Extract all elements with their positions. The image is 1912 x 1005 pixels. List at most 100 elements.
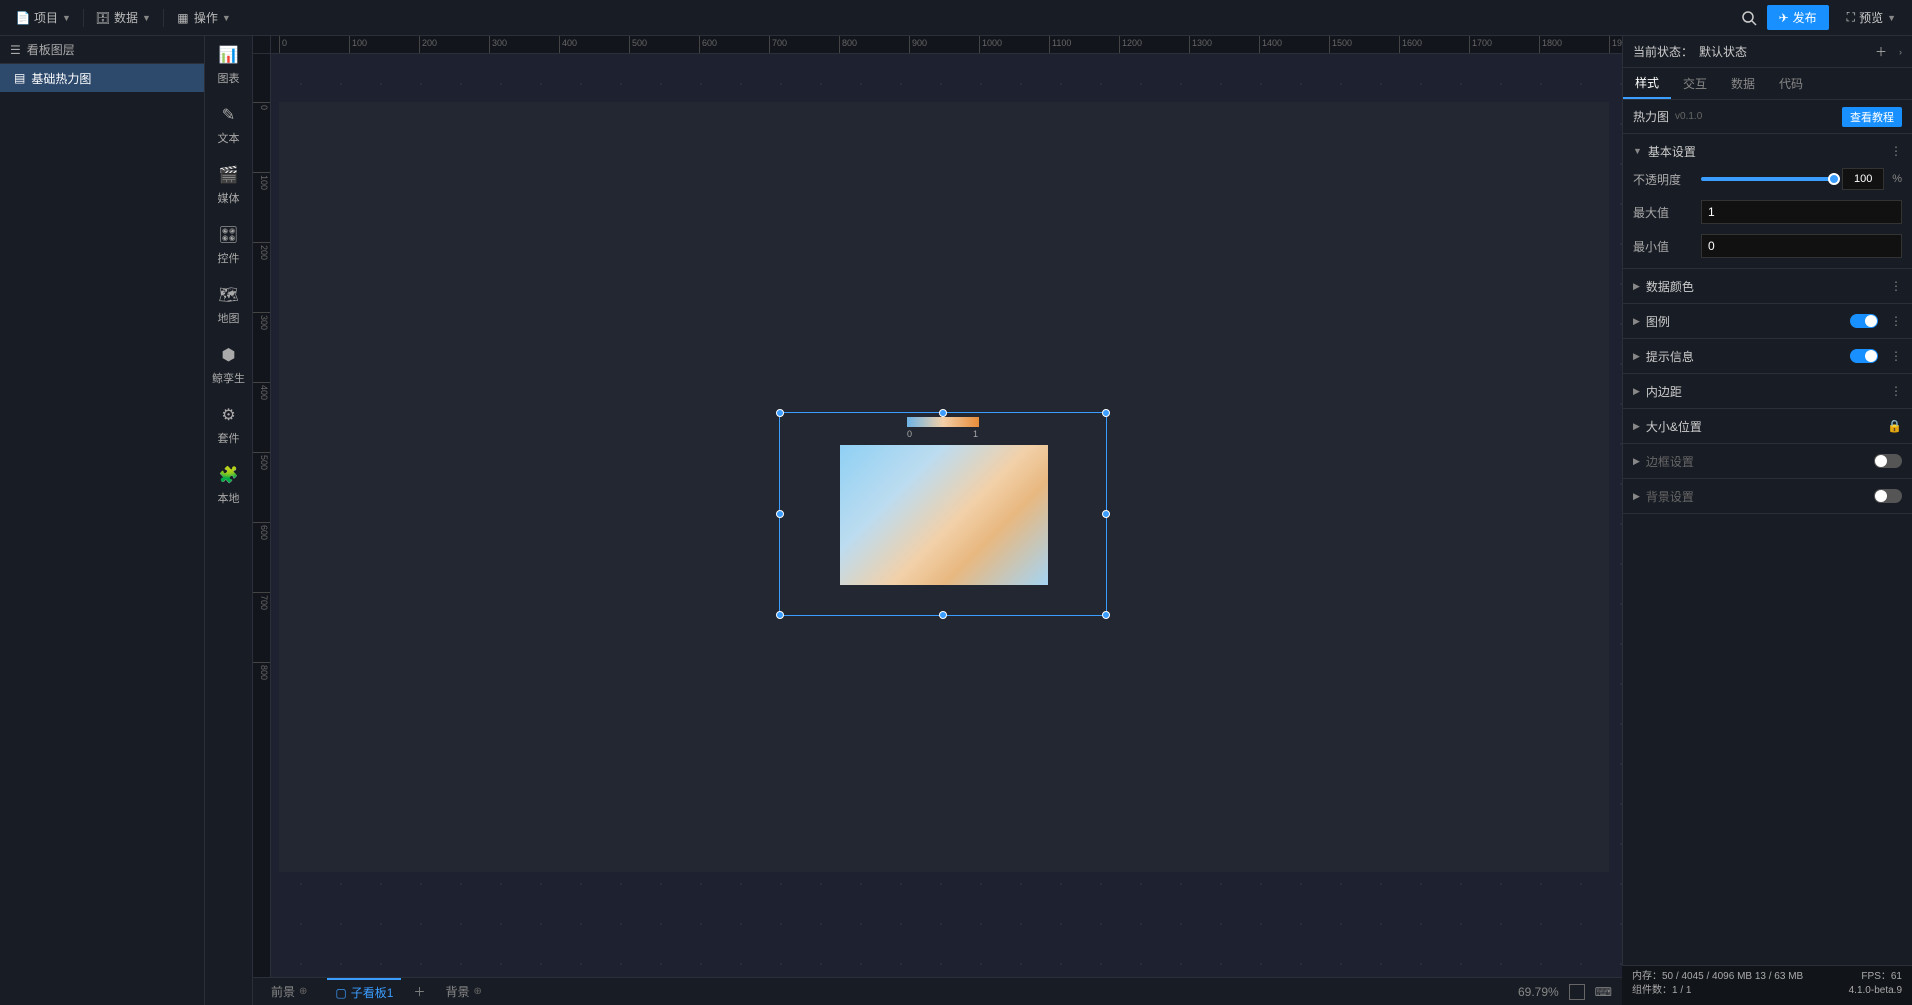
ruler-tick: 0: [279, 36, 287, 54]
section-title: 数据颜色: [1646, 278, 1694, 295]
ops-menu[interactable]: ▦ 操作 ▼: [168, 5, 239, 30]
more-icon[interactable]: ⋮: [1890, 314, 1902, 328]
plus-icon[interactable]: ⊕: [299, 986, 307, 997]
resize-handle-w[interactable]: [776, 510, 784, 518]
palette-text[interactable]: ✎文本: [218, 104, 240, 146]
opacity-input[interactable]: [1842, 168, 1884, 190]
chevron-down-icon: ▼: [1633, 146, 1642, 156]
section-title: 内边距: [1646, 383, 1682, 400]
section-legend: ▶ 图例 ⋮: [1623, 304, 1912, 339]
search-icon[interactable]: [1741, 10, 1757, 26]
more-icon[interactable]: ⋮: [1890, 349, 1902, 363]
ruler-tick: 1000: [979, 36, 1002, 54]
ruler-tick: 600: [253, 522, 271, 540]
resize-handle-se[interactable]: [1102, 611, 1110, 619]
lock-icon[interactable]: 🔒: [1887, 419, 1902, 433]
section-size-pos-header[interactable]: ▶ 大小&位置 🔒: [1623, 409, 1912, 443]
more-icon[interactable]: ⋮: [1890, 279, 1902, 293]
opacity-slider[interactable]: [1701, 177, 1834, 181]
project-menu-label: 项目: [34, 9, 58, 26]
layer-item-label: 基础热力图: [31, 70, 91, 87]
section-bg-header[interactable]: ▶ 背景设置: [1623, 479, 1912, 513]
divider: [83, 9, 84, 27]
tab-interact[interactable]: 交互: [1671, 68, 1719, 99]
publish-button[interactable]: ✈ 发布: [1767, 5, 1829, 30]
data-menu[interactable]: 🗄 数据 ▼: [88, 5, 159, 30]
plus-icon[interactable]: ⊕: [473, 986, 481, 997]
layer-item-heatmap[interactable]: ▤ 基础热力图: [0, 64, 204, 92]
preview-button[interactable]: ⛶ 预览 ▼: [1839, 5, 1904, 30]
slider-knob[interactable]: [1828, 173, 1840, 185]
section-data-color-header[interactable]: ▶ 数据颜色 ⋮: [1623, 269, 1912, 303]
tab-code[interactable]: 代码: [1767, 68, 1815, 99]
tab-label: 前景: [271, 983, 295, 1000]
palette-control[interactable]: 🎛控件: [218, 224, 240, 266]
section-tooltip-header[interactable]: ▶ 提示信息 ⋮: [1623, 339, 1912, 373]
more-icon[interactable]: ⋮: [1890, 144, 1902, 158]
opacity-label: 不透明度: [1633, 171, 1693, 188]
palette-local[interactable]: 🧩本地: [218, 464, 240, 506]
palette-chart[interactable]: 📊图表: [218, 44, 240, 86]
tab-label: 背景: [445, 983, 469, 1000]
max-input[interactable]: [1701, 200, 1902, 224]
palette-label: 本地: [218, 490, 240, 506]
section-legend-header[interactable]: ▶ 图例 ⋮: [1623, 304, 1912, 338]
resize-handle-e[interactable]: [1102, 510, 1110, 518]
chevron-right-icon[interactable]: ›: [1899, 47, 1902, 57]
ops-menu-label: 操作: [194, 9, 218, 26]
tab-foreground[interactable]: 前景 ⊕: [263, 978, 315, 1005]
border-toggle[interactable]: [1874, 454, 1902, 468]
max-label: 最大值: [1633, 204, 1693, 221]
ruler-horizontal: 0100200300400500600700800900100011001200…: [271, 36, 1622, 54]
resize-handle-sw[interactable]: [776, 611, 784, 619]
control-icon: 🎛: [218, 224, 240, 246]
mem-label: 内存：: [1632, 971, 1662, 982]
palette-twin[interactable]: ⬢鲸孪生: [212, 344, 245, 386]
tab-background[interactable]: 背景 ⊕: [437, 978, 489, 1005]
legend-toggle[interactable]: [1850, 314, 1878, 328]
resize-handle-nw[interactable]: [776, 409, 784, 417]
canvas-stage[interactable]: 0 1: [271, 54, 1622, 977]
palette-map[interactable]: 🗺地图: [218, 284, 240, 326]
section-title: 图例: [1646, 313, 1670, 330]
palette-media[interactable]: 🎬媒体: [218, 164, 240, 206]
tab-data[interactable]: 数据: [1719, 68, 1767, 99]
section-border-header[interactable]: ▶ 边框设置: [1623, 444, 1912, 478]
section-padding-header[interactable]: ▶ 内边距 ⋮: [1623, 374, 1912, 408]
component-title: 热力图: [1633, 108, 1669, 125]
tooltip-toggle[interactable]: [1850, 349, 1878, 363]
resize-handle-ne[interactable]: [1102, 409, 1110, 417]
fit-screen-icon[interactable]: [1569, 984, 1585, 1000]
dashboard-board[interactable]: 0 1: [279, 102, 1609, 872]
palette-kit[interactable]: ⚙套件: [218, 404, 240, 446]
ruler-tick: 1700: [1469, 36, 1492, 54]
board-icon: ▢: [335, 986, 346, 1000]
more-icon[interactable]: ⋮: [1890, 384, 1902, 398]
ruler-tick: 1300: [1189, 36, 1212, 54]
ruler-vertical: 0100200300400500600700800: [253, 54, 271, 977]
bg-toggle[interactable]: [1874, 489, 1902, 503]
add-tab-button[interactable]: ＋: [413, 983, 425, 1000]
section-tooltip: ▶ 提示信息 ⋮: [1623, 339, 1912, 374]
tutorial-button[interactable]: 查看教程: [1842, 107, 1902, 127]
ruler-tick: 0: [253, 102, 271, 110]
zoom-value: 69.79%: [1518, 985, 1559, 999]
selection-box[interactable]: 0 1: [779, 412, 1107, 616]
keyboard-icon[interactable]: ⌨: [1595, 985, 1612, 999]
section-size-pos: ▶ 大小&位置 🔒: [1623, 409, 1912, 444]
resize-handle-n[interactable]: [939, 409, 947, 417]
ruler-tick: 400: [559, 36, 577, 54]
min-input[interactable]: [1701, 234, 1902, 258]
grid-icon: ▦: [176, 11, 190, 25]
database-icon: 🗄: [96, 11, 110, 25]
tab-subboard[interactable]: ▢子看板1: [327, 978, 401, 1005]
project-menu[interactable]: 📄 项目 ▼: [8, 5, 79, 30]
ruler-tick: 1200: [1119, 36, 1142, 54]
section-basic-header[interactable]: ▼ 基本设置 ⋮: [1623, 134, 1912, 168]
heatmap-legend-min: 0: [907, 429, 912, 439]
ruler-tick: 100: [253, 172, 271, 190]
tab-style[interactable]: 样式: [1623, 68, 1671, 99]
resize-handle-s[interactable]: [939, 611, 947, 619]
chevron-right-icon: ▶: [1633, 351, 1640, 362]
add-state-icon[interactable]: ＋: [1875, 43, 1887, 60]
